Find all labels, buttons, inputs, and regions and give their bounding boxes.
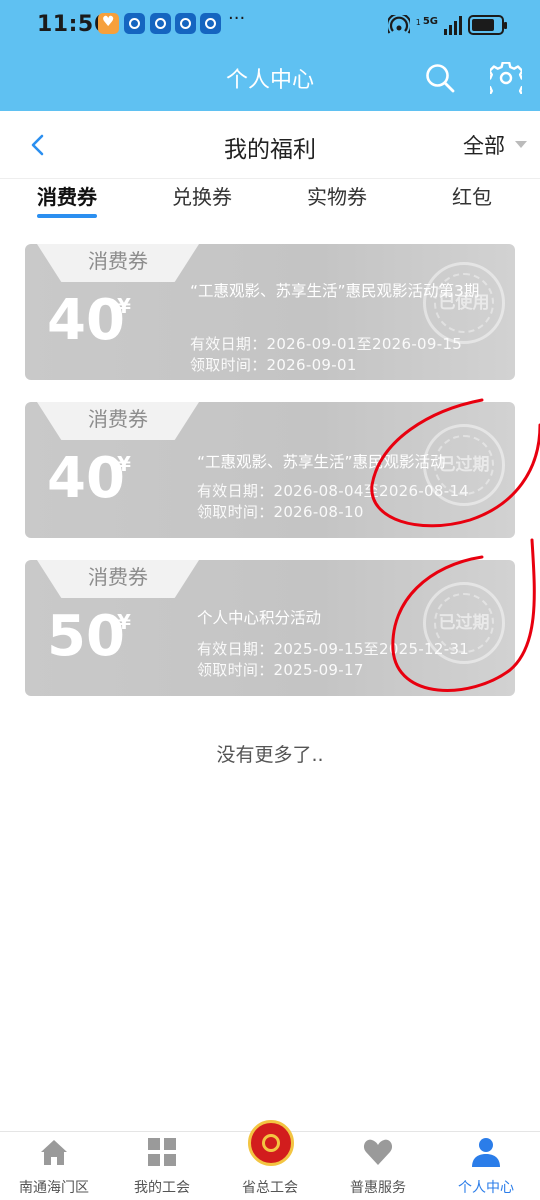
union-app-icon [175, 13, 196, 34]
subnav-bar: 我的福利 全部 [0, 111, 540, 179]
coupon-amount: 40 [47, 288, 125, 353]
union-app-icon [200, 13, 221, 34]
page: 11:56 ··· 1 5G [0, 0, 540, 1200]
network-indicator: 1 [416, 18, 421, 27]
coupon-received-time: 领取时间：2025-09-17 [197, 661, 364, 679]
filter-dropdown[interactable]: 全部 [463, 130, 505, 160]
expired-stamp: 已过期 [423, 582, 505, 664]
grid-icon [148, 1138, 176, 1166]
currency-symbol: ¥ [117, 294, 131, 318]
coupon-received-time: 领取时间：2026-09-01 [190, 356, 357, 374]
tab-consumption-coupon[interactable]: 消费券 [37, 181, 97, 210]
nav-item-personal-center[interactable]: 个人中心 [432, 1132, 540, 1200]
chevron-down-icon[interactable] [515, 141, 527, 148]
subnav-title: 我的福利 [224, 137, 316, 163]
coupon-received-time: 领取时间：2026-08-10 [197, 503, 364, 521]
bottom-nav: 南通海门区 我的工会 省总工会 普惠服务 个人中心 [0, 1120, 540, 1200]
tab-physical-coupon[interactable]: 实物券 [307, 181, 367, 210]
hotspot-icon [387, 15, 410, 34]
coupon-valid-dates: 有效日期：2026-09-01至2026-09-15 [190, 335, 463, 353]
currency-symbol: ¥ [117, 610, 131, 634]
nav-label: 普惠服务 [350, 1180, 406, 1196]
union-app-icon [150, 13, 171, 34]
tab-red-packet[interactable]: 红包 [452, 181, 492, 210]
heart-icon [363, 1139, 393, 1165]
nav-item-my-union[interactable]: 我的工会 [108, 1132, 216, 1200]
sim-index: 1 [415, 17, 421, 27]
used-stamp: 已使用 [423, 262, 505, 344]
gear-icon[interactable] [490, 62, 522, 94]
tab-exchange-coupon[interactable]: 兑换券 [172, 181, 232, 210]
active-tab-indicator [37, 214, 97, 218]
currency-symbol: ¥ [117, 452, 131, 476]
coupon-amount: 40 [47, 446, 125, 511]
end-of-list-text: 没有更多了.. [216, 744, 324, 766]
more-notifications-indicator: ··· [228, 8, 246, 29]
union-app-icon [124, 13, 145, 34]
coupon-tabs: 消费券 兑换券 实物券 红包 [0, 179, 540, 223]
coupon-type-tag: 消费券 [37, 560, 199, 598]
nav-item-home[interactable]: 南通海门区 [0, 1132, 108, 1200]
nav-item-provincial-union[interactable]: 省总工会 [216, 1120, 324, 1200]
signal-icon [444, 15, 462, 35]
nav-label: 我的工会 [134, 1180, 190, 1196]
coupon-card[interactable]: 消费券 50 ¥ 个人中心积分活动 有效日期：2025-09-15至2025-1… [25, 560, 515, 696]
expired-stamp: 已过期 [423, 424, 505, 506]
union-emblem-icon [248, 1120, 294, 1166]
status-bar: 11:56 ··· 1 5G [0, 0, 540, 50]
page-title: 个人中心 [225, 68, 314, 93]
battery-icon [468, 15, 507, 35]
coupon-type-tag: 消费券 [37, 244, 199, 282]
coupon-type-tag: 消费券 [37, 402, 199, 440]
network-type: 5G [422, 15, 438, 27]
heart-app-icon [98, 13, 119, 34]
coupon-amount: 50 [47, 604, 125, 669]
coupon-card[interactable]: 消费券 40 ¥ “工惠观影、苏享生活”惠民观影活动第3期 有效日期：2026-… [25, 244, 515, 380]
home-icon [41, 1140, 67, 1165]
coupon-card[interactable]: 消费券 40 ¥ “工惠观影、苏享生活”惠民观影活动 有效日期：2026-08-… [25, 402, 515, 538]
nav-item-benefit-services[interactable]: 普惠服务 [324, 1132, 432, 1200]
nav-label: 南通海门区 [19, 1180, 89, 1196]
nav-label: 省总工会 [242, 1180, 298, 1196]
person-icon [472, 1138, 500, 1167]
nav-label: 个人中心 [458, 1180, 514, 1196]
status-right: 1 5G [387, 13, 507, 37]
top-bar: 11:56 ··· 1 5G [0, 0, 540, 111]
search-icon[interactable] [424, 62, 456, 94]
